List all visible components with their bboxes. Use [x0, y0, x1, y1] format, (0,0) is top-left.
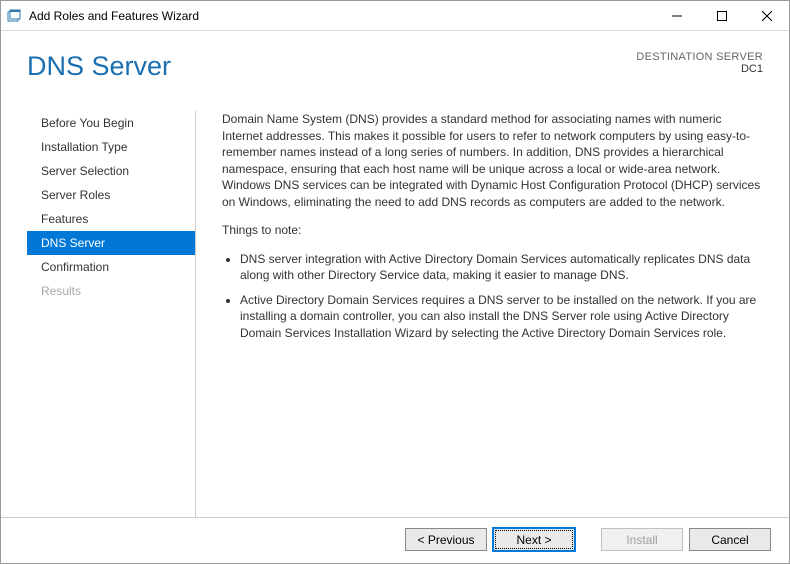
- titlebar: Add Roles and Features Wizard: [1, 1, 789, 31]
- previous-button[interactable]: < Previous: [405, 528, 487, 551]
- button-gap: [581, 528, 595, 551]
- nav-item-installation-type[interactable]: Installation Type: [27, 135, 195, 159]
- content-pane: Domain Name System (DNS) provides a stan…: [210, 111, 763, 517]
- app-icon: [7, 8, 23, 24]
- wizard-window: Add Roles and Features Wizard DNS Server…: [0, 0, 790, 564]
- nav-item-server-roles[interactable]: Server Roles: [27, 183, 195, 207]
- nav-item-results: Results: [27, 279, 195, 303]
- next-button[interactable]: Next >: [493, 528, 575, 551]
- note-bullet: Active Directory Domain Services require…: [240, 292, 763, 342]
- footer: < Previous Next > Install Cancel: [1, 517, 789, 563]
- wizard-nav: Before You BeginInstallation TypeServer …: [27, 111, 195, 517]
- header: DNS Server DESTINATION SERVER DC1: [1, 31, 789, 101]
- cancel-button[interactable]: Cancel: [689, 528, 771, 551]
- window-controls: [654, 1, 789, 30]
- notes-heading: Things to note:: [222, 222, 763, 239]
- note-bullet: DNS server integration with Active Direc…: [240, 251, 763, 284]
- vertical-divider: [195, 111, 196, 517]
- install-button[interactable]: Install: [601, 528, 683, 551]
- intro-paragraph: Domain Name System (DNS) provides a stan…: [222, 111, 763, 210]
- minimize-button[interactable]: [654, 1, 699, 30]
- close-button[interactable]: [744, 1, 789, 30]
- window-title: Add Roles and Features Wizard: [29, 9, 654, 23]
- nav-item-before-you-begin[interactable]: Before You Begin: [27, 111, 195, 135]
- nav-item-features[interactable]: Features: [27, 207, 195, 231]
- destination-server-block: DESTINATION SERVER DC1: [636, 51, 763, 75]
- nav-item-dns-server[interactable]: DNS Server: [27, 231, 195, 255]
- nav-item-server-selection[interactable]: Server Selection: [27, 159, 195, 183]
- notes-list: DNS server integration with Active Direc…: [222, 251, 763, 342]
- nav-item-confirmation[interactable]: Confirmation: [27, 255, 195, 279]
- maximize-button[interactable]: [699, 1, 744, 30]
- destination-name: DC1: [636, 63, 763, 75]
- body: Before You BeginInstallation TypeServer …: [1, 101, 789, 517]
- page-title: DNS Server: [27, 51, 636, 82]
- destination-label: DESTINATION SERVER: [636, 51, 763, 63]
